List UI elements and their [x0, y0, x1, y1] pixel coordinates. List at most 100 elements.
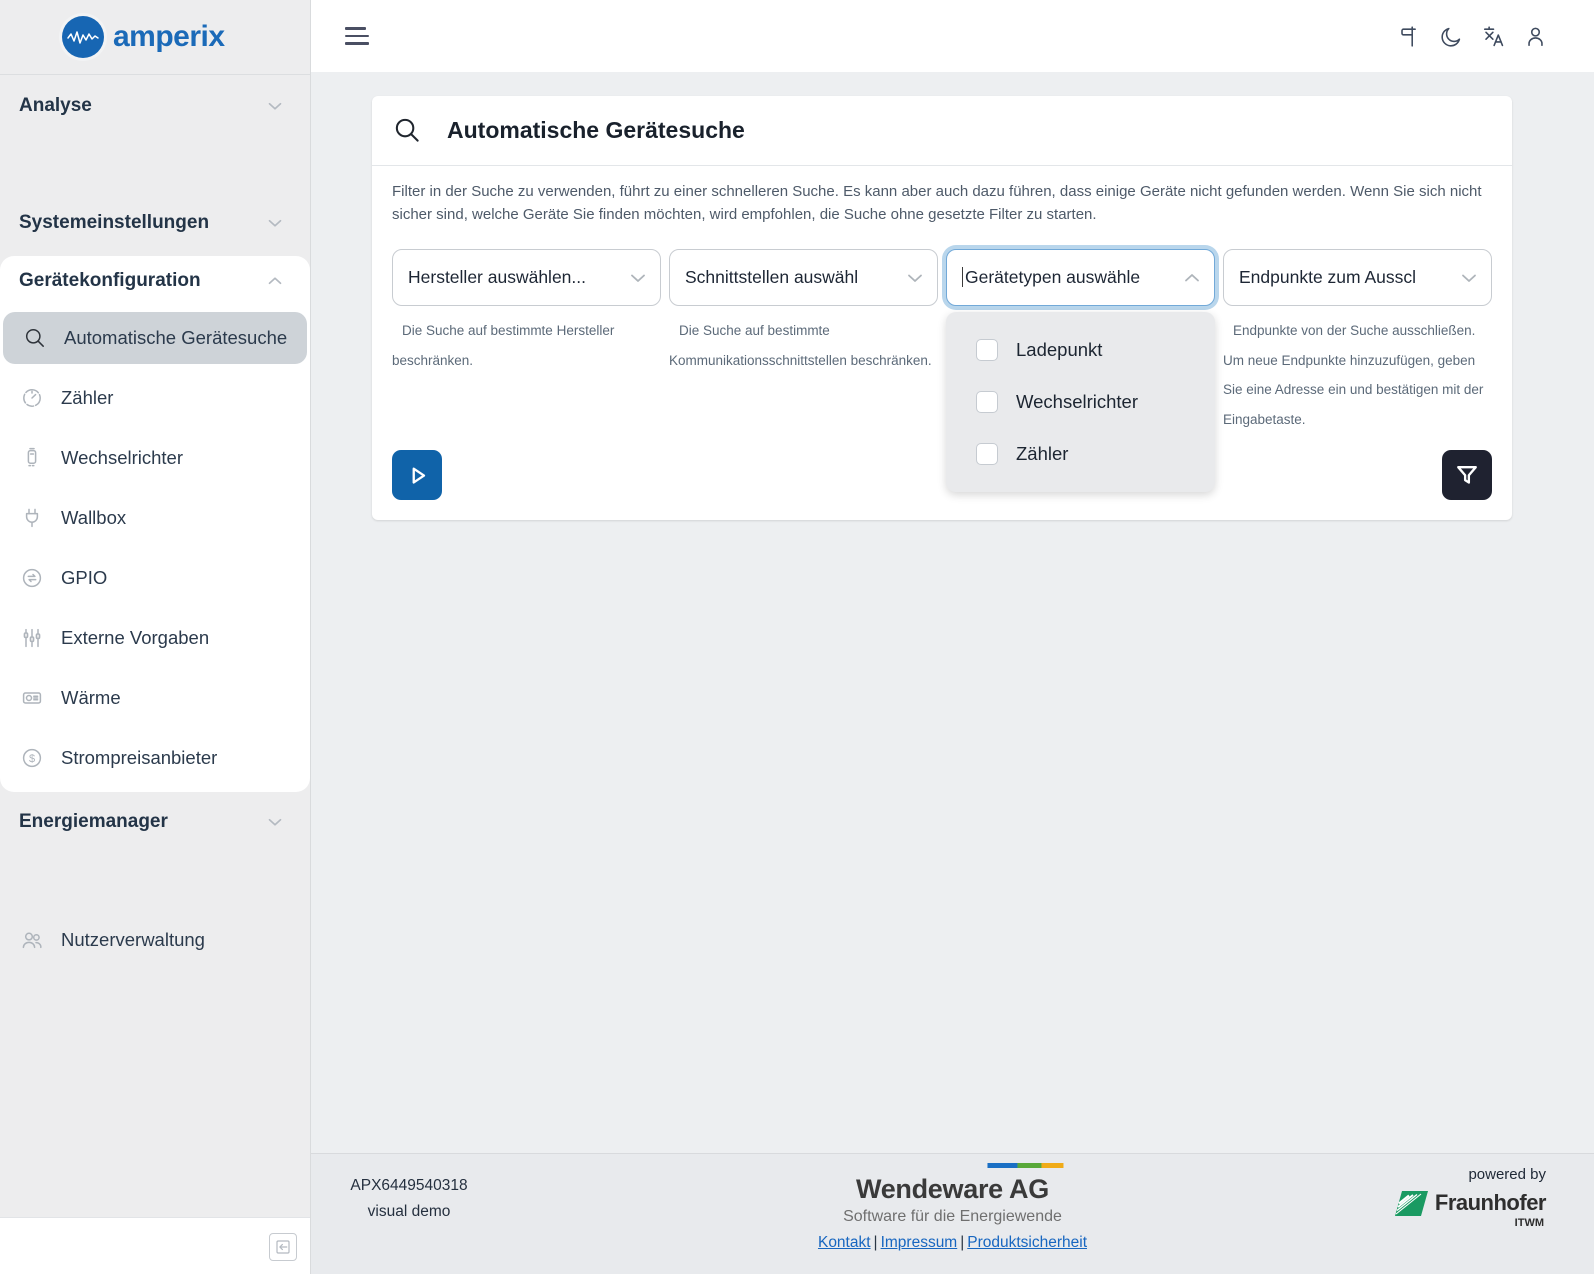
page-title: Automatische Gerätesuche	[447, 117, 745, 144]
checkbox-icon[interactable]	[976, 443, 998, 465]
funnel-icon	[1453, 461, 1481, 489]
checkbox-icon[interactable]	[976, 391, 998, 413]
sidebar-item-label: Externe Vorgaben	[61, 627, 209, 649]
sidebar-item-wallbox[interactable]: Wallbox	[0, 488, 310, 548]
link-produktsicherheit[interactable]: Produktsicherheit	[967, 1234, 1087, 1251]
sidebar-item-strompreisanbieter[interactable]: $ Strompreisanbieter	[0, 728, 310, 788]
manufacturer-select[interactable]: Hersteller auswählen...	[392, 249, 661, 306]
sidebar-item-label: Wechselrichter	[61, 447, 183, 469]
option-zaehler[interactable]: Zähler	[946, 428, 1215, 480]
heat-unit-icon	[20, 686, 44, 710]
sidebar-item-label: Wallbox	[61, 507, 126, 529]
user-icon[interactable]	[1523, 24, 1548, 49]
select-placeholder: Hersteller auswählen...	[408, 267, 626, 288]
sidebar-collapse-bar	[0, 1217, 310, 1274]
page-content: Automatische Gerätesuche Filter in der S…	[311, 72, 1594, 1153]
company-tagline: Software für die Energiewende	[815, 1208, 1090, 1226]
filter-manufacturer: Hersteller auswählen... Die Suche auf be…	[392, 249, 661, 434]
brand-logo[interactable]: amperix	[0, 0, 310, 75]
filter-interfaces: Schnittstellen auswähl Die Suche auf bes…	[669, 249, 938, 434]
sidebar-item-externe-vorgaben[interactable]: Externe Vorgaben	[0, 608, 310, 668]
select-placeholder: Gerätetypen auswähle	[962, 267, 1180, 288]
sidebar-section-geraetekonfiguration[interactable]: Gerätekonfiguration	[0, 256, 310, 306]
card-body: Filter in der Suche zu verwenden, führt …	[372, 166, 1512, 520]
hamburger-icon[interactable]	[345, 25, 371, 47]
sidebar-section-systemeinstellungen[interactable]: Systemeinstellungen	[0, 201, 310, 245]
section-label: Analyse	[19, 95, 92, 117]
filter-help-text: Die Suche auf bestimmte Kommunikationssc…	[669, 316, 938, 375]
link-separator: |	[960, 1234, 964, 1251]
company-name: Wendeware AG	[815, 1174, 1090, 1205]
sidebar-item-label: Nutzerverwaltung	[61, 929, 205, 951]
card-header: Automatische Gerätesuche	[372, 96, 1512, 166]
main-column: Automatische Gerätesuche Filter in der S…	[311, 0, 1594, 1274]
sidebar-item-waerme[interactable]: Wärme	[0, 668, 310, 728]
section-label: Systemeinstellungen	[19, 212, 209, 234]
filter-row: Hersteller auswählen... Die Suche auf be…	[392, 249, 1492, 434]
inverter-icon	[20, 446, 44, 470]
sidebar-item-wechselrichter[interactable]: Wechselrichter	[0, 428, 310, 488]
brand-name: amperix	[113, 20, 225, 54]
topbar-icons	[1397, 24, 1548, 49]
svg-text:$: $	[29, 753, 35, 765]
fraunhofer-logo: Fraunhofer	[1395, 1190, 1546, 1216]
filter-device-types: Gerätetypen auswähle Ladepunkt Wechselri…	[946, 249, 1215, 434]
link-separator: |	[874, 1234, 878, 1251]
link-impressum[interactable]: Impressum	[881, 1234, 958, 1251]
device-types-select[interactable]: Gerätetypen auswähle	[946, 249, 1215, 306]
device-search-card: Automatische Gerätesuche Filter in der S…	[372, 96, 1512, 520]
sidebar-item-nutzerverwaltung[interactable]: Nutzerverwaltung	[0, 910, 310, 970]
sidebar-section-analyse[interactable]: Analyse	[0, 84, 310, 128]
amperix-wave-icon	[62, 16, 104, 58]
option-ladepunkt[interactable]: Ladepunkt	[946, 324, 1215, 376]
fraunhofer-mark-icon	[1395, 1191, 1428, 1216]
option-label: Wechselrichter	[1016, 391, 1138, 413]
filter-help-text: Die Suche auf bestimmte Hersteller besch…	[392, 316, 661, 375]
start-search-button[interactable]	[392, 450, 442, 500]
select-placeholder: Endpunkte zum Ausscl	[1239, 267, 1457, 288]
topbar	[311, 0, 1594, 72]
link-kontakt[interactable]: Kontakt	[818, 1234, 871, 1251]
option-wechselrichter[interactable]: Wechselrichter	[946, 376, 1215, 428]
endpoints-select[interactable]: Endpunkte zum Ausscl	[1223, 249, 1492, 306]
device-info: APX6449540318 visual demo	[329, 1173, 489, 1225]
sidebar-item-automatische-geraetesuche[interactable]: Automatische Gerätesuche	[3, 312, 307, 364]
footer-links: Kontakt|Impressum|Produktsicherheit	[815, 1234, 1090, 1252]
device-types-dropdown: Ladepunkt Wechselrichter Zähler	[946, 312, 1215, 492]
company-block: Wendeware AG Software für die Energiewen…	[815, 1163, 1090, 1252]
arrow-left-box-icon	[274, 1238, 292, 1256]
chevron-down-icon	[626, 266, 650, 290]
interfaces-select[interactable]: Schnittstellen auswähl	[669, 249, 938, 306]
translate-icon[interactable]	[1481, 24, 1506, 49]
sidebar-item-label: Zähler	[61, 387, 113, 409]
device-name: visual demo	[329, 1199, 489, 1225]
moon-icon[interactable]	[1439, 24, 1464, 49]
section-label: Gerätekonfiguration	[19, 270, 201, 292]
chevron-down-icon	[264, 212, 286, 234]
sidebar-section-energiemanager[interactable]: Energiemanager	[0, 800, 310, 844]
search-icon	[393, 116, 422, 145]
search-icon	[23, 326, 47, 350]
plug-icon	[20, 506, 44, 530]
meter-icon	[20, 386, 44, 410]
wendeware-bar-icon	[987, 1163, 1063, 1168]
sidebar-item-gpio[interactable]: GPIO	[0, 548, 310, 608]
option-label: Ladepunkt	[1016, 339, 1102, 361]
sidebar-item-zaehler[interactable]: Zähler	[0, 368, 310, 428]
sidebar-item-label: GPIO	[61, 567, 107, 589]
signpost-icon[interactable]	[1397, 24, 1422, 49]
chevron-up-icon	[264, 270, 286, 292]
chevron-up-icon	[1180, 266, 1204, 290]
filter-settings-button[interactable]	[1442, 450, 1492, 500]
price-circle-icon: $	[20, 746, 44, 770]
section-label: Energiemanager	[19, 811, 168, 833]
sidebar-group-geraetekonfiguration: Gerätekonfiguration Automatische Gerätes…	[0, 256, 310, 792]
gpio-icon	[20, 566, 44, 590]
fraunhofer-wordmark: Fraunhofer	[1435, 1190, 1546, 1216]
checkbox-icon[interactable]	[976, 339, 998, 361]
powered-by-label: powered by	[1395, 1166, 1546, 1183]
collapse-sidebar-button[interactable]	[269, 1233, 297, 1261]
select-placeholder: Schnittstellen auswähl	[685, 267, 903, 288]
sidebar-item-label: Automatische Gerätesuche	[64, 327, 287, 349]
chevron-down-icon	[903, 266, 927, 290]
